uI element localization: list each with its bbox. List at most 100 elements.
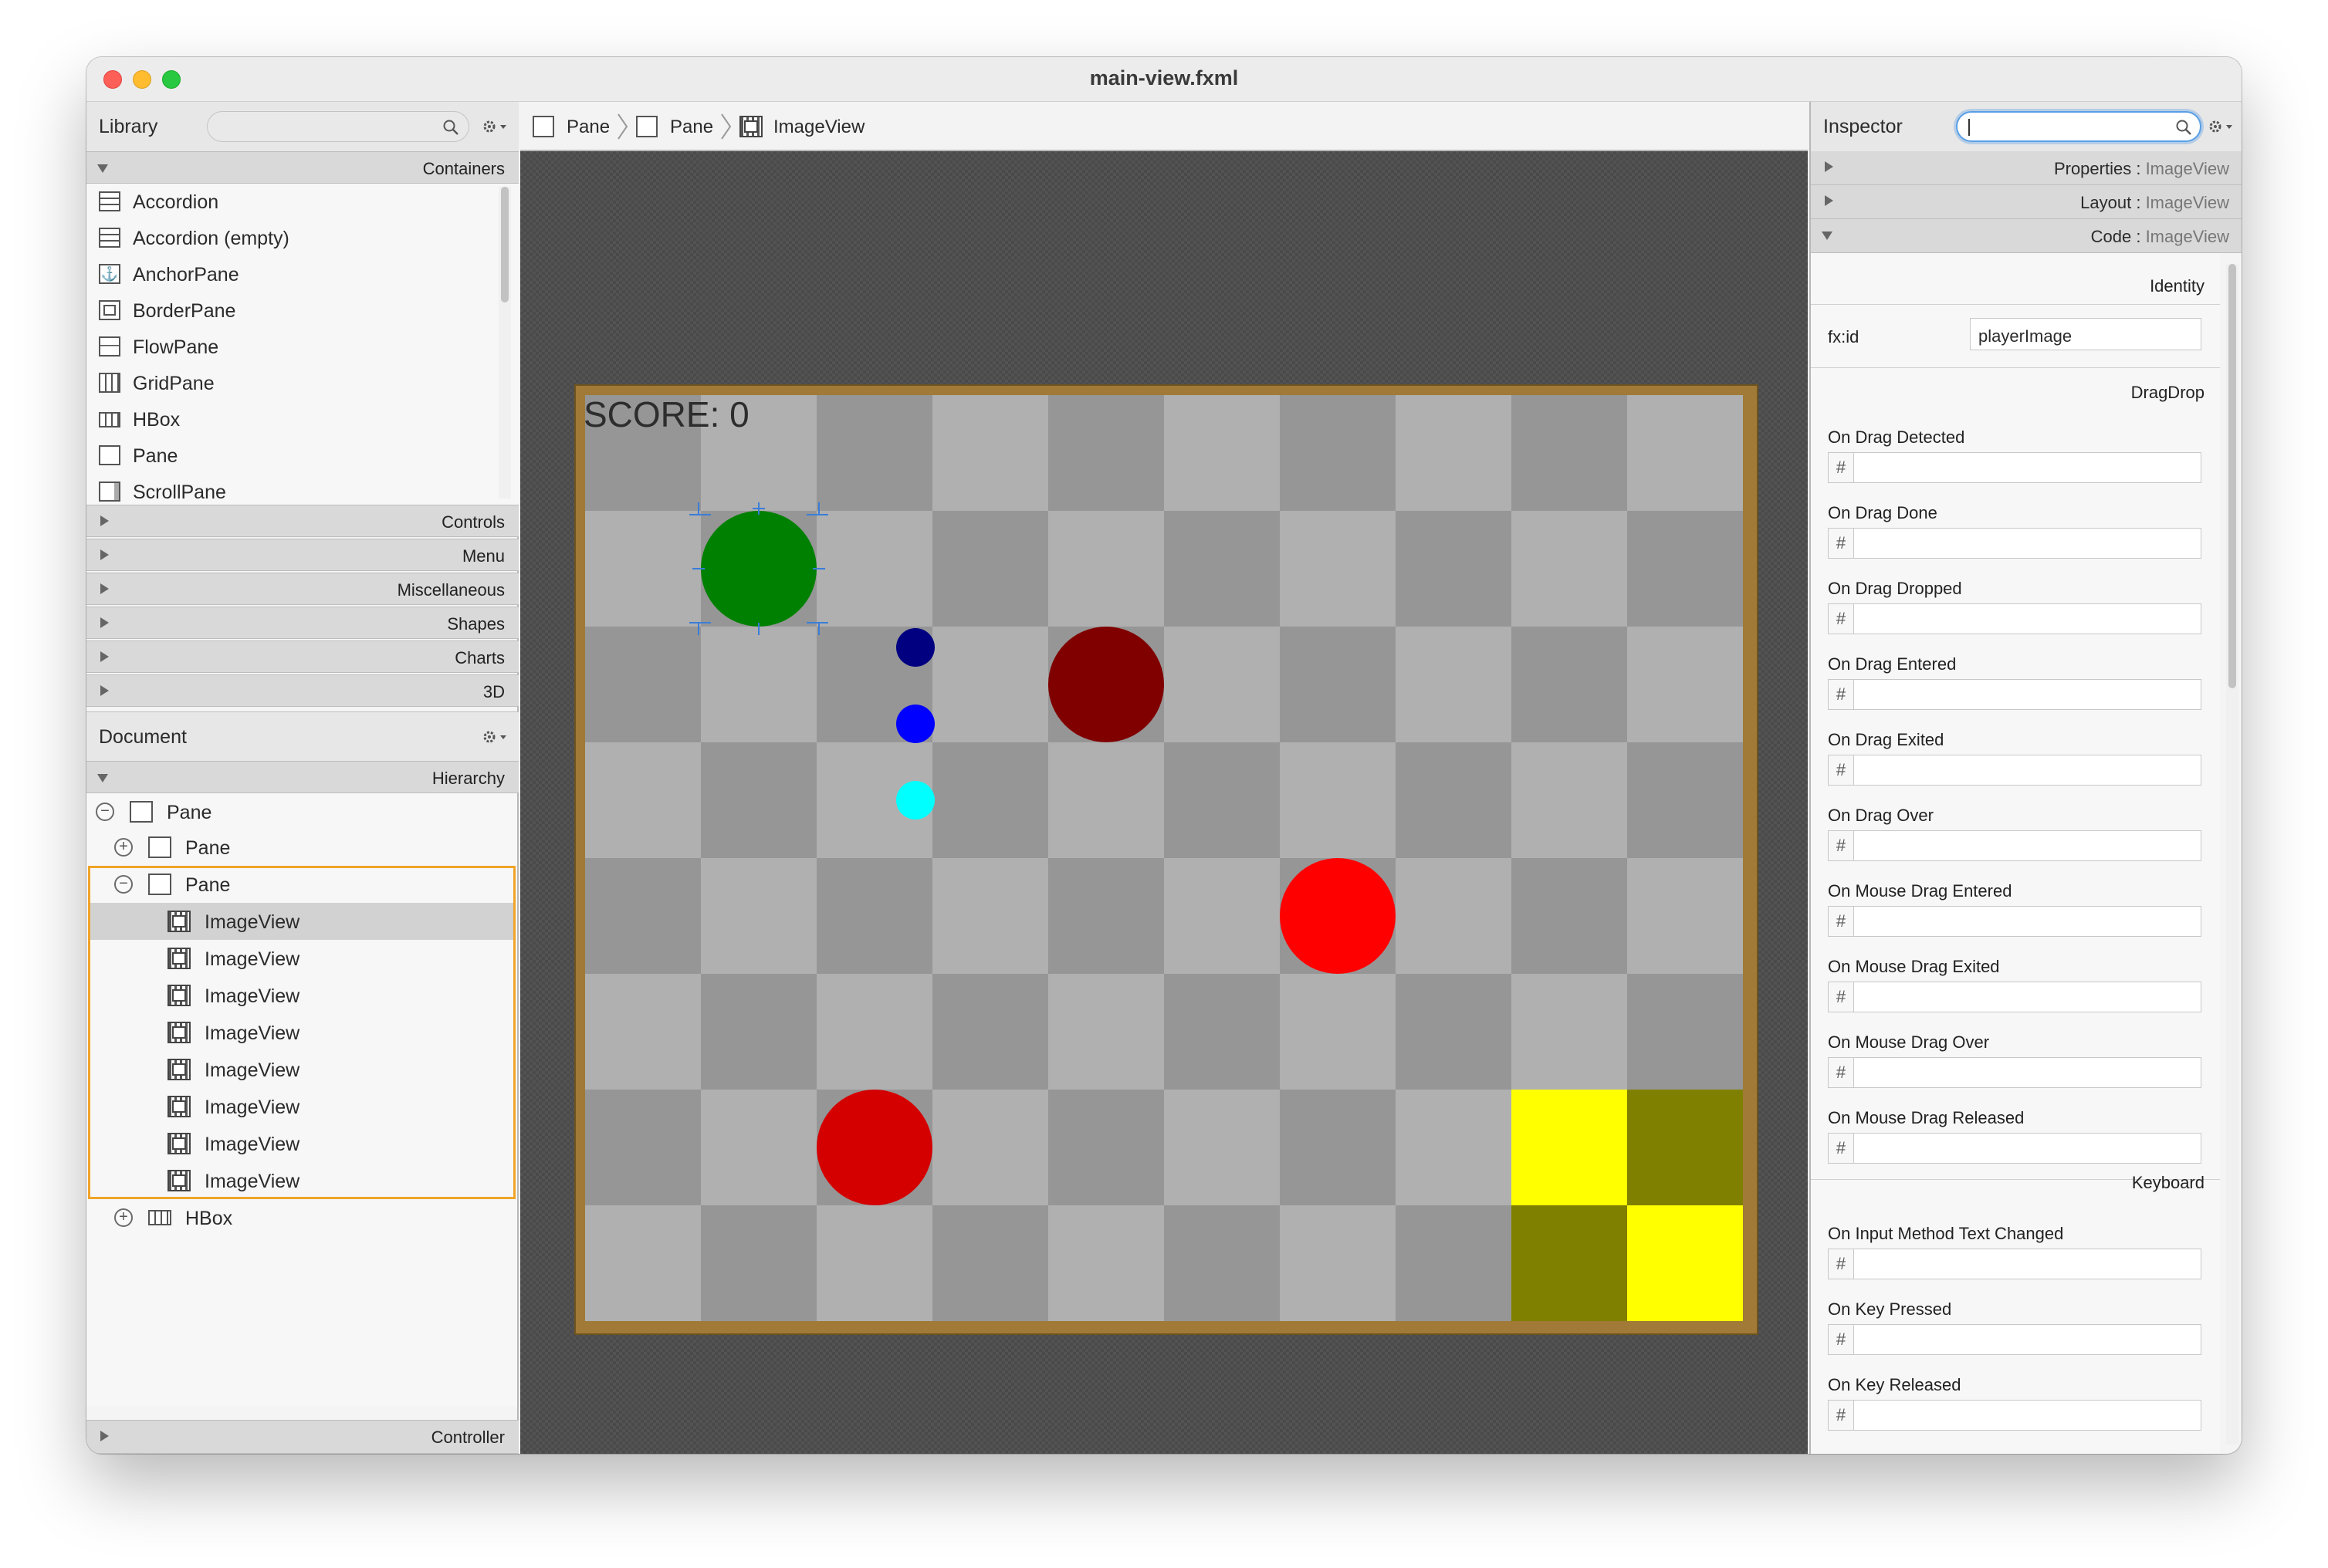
- layout-section-header[interactable]: Layout : ImageView: [1811, 185, 2242, 219]
- expand-toggle-icon[interactable]: +: [114, 838, 133, 857]
- tree-row-imageview[interactable]: ImageView: [86, 1014, 517, 1051]
- section-label: Controls: [442, 512, 505, 532]
- event-label: On Input Method Text Changed: [1828, 1224, 2064, 1243]
- breadcrumb-item-imageview[interactable]: ImageView: [739, 102, 871, 151]
- board-tile: [1280, 1205, 1396, 1321]
- board-tile: [932, 858, 1048, 974]
- tree-label: ImageView: [205, 1022, 300, 1044]
- goal-tile: [1627, 1205, 1743, 1321]
- tree-row-imageview[interactable]: ImageView: [86, 1162, 517, 1199]
- event-handler-field[interactable]: #: [1828, 528, 2201, 559]
- board-tile: [585, 627, 701, 742]
- event-handler-field[interactable]: #: [1828, 603, 2201, 634]
- library-item-gridpane[interactable]: GridPane: [86, 365, 496, 401]
- board-tile: [701, 1205, 817, 1321]
- library-item-accordion-empty[interactable]: Accordion (empty): [86, 220, 496, 256]
- code-section-body: Identity fx:id playerImage DragDrop On D…: [1811, 253, 2220, 1454]
- event-label: On Drag Exited: [1828, 730, 1944, 749]
- event-handler-field[interactable]: #: [1828, 906, 2201, 937]
- code-section-header[interactable]: Code : ImageView: [1811, 219, 2242, 253]
- library-item-anchorpane[interactable]: ⚓ AnchorPane: [86, 256, 496, 292]
- collapse-toggle-icon[interactable]: −: [96, 803, 114, 821]
- tree-row-imageview[interactable]: ImageView: [86, 977, 517, 1014]
- event-label: On Mouse Drag Exited: [1828, 957, 2000, 976]
- imageview-icon: [167, 1096, 191, 1117]
- board-tile: [1048, 1090, 1164, 1205]
- tree-row-root-pane[interactable]: − Pane: [86, 793, 517, 830]
- board-tile: [932, 395, 1048, 511]
- library-item-accordion[interactable]: Accordion: [86, 184, 496, 220]
- 3d-section-header[interactable]: 3D: [86, 674, 519, 707]
- hierarchy-section-header[interactable]: Hierarchy: [86, 761, 519, 793]
- inspector-search-input[interactable]: [1956, 111, 2201, 142]
- library-scrollbar[interactable]: [499, 187, 511, 498]
- game-piece[interactable]: [895, 705, 935, 743]
- app-window: main-view.fxml Library Containers Accord…: [86, 57, 2242, 1454]
- breadcrumb-item-pane[interactable]: Pane: [636, 102, 721, 151]
- properties-section-header[interactable]: Properties : ImageView: [1811, 151, 2242, 185]
- game-board-pane[interactable]: SCORE: 0: [574, 384, 1758, 1335]
- board-tile: [701, 974, 817, 1090]
- library-item-hbox[interactable]: HBox: [86, 401, 496, 438]
- section-label: Layout : ImageView: [2080, 193, 2229, 212]
- controller-section-header[interactable]: Controller: [86, 1420, 519, 1454]
- expanded-arrow-icon: [1822, 231, 1832, 240]
- event-label: On Key Pressed: [1828, 1299, 1952, 1319]
- game-piece[interactable]: [895, 781, 935, 819]
- event-handler-field[interactable]: #: [1828, 1133, 2201, 1164]
- scrollbar-thumb[interactable]: [501, 187, 509, 302]
- tree-label: Pane: [185, 874, 231, 896]
- tree-row-pane[interactable]: + Pane: [86, 829, 517, 866]
- miscellaneous-section-header[interactable]: Miscellaneous: [86, 573, 519, 605]
- event-handler-field[interactable]: #: [1828, 755, 2201, 786]
- menu-section-header[interactable]: Menu: [86, 539, 519, 571]
- event-label: On Drag Dropped: [1828, 579, 1962, 598]
- breadcrumb-item-pane[interactable]: Pane: [533, 102, 618, 151]
- document-title: Document: [99, 726, 187, 748]
- board-tile: [1280, 974, 1396, 1090]
- event-handler-field[interactable]: #: [1828, 982, 2201, 1012]
- game-piece[interactable]: [1048, 627, 1164, 742]
- event-handler-field[interactable]: #: [1828, 830, 2201, 861]
- tree-row-imageview[interactable]: ImageView: [86, 1125, 517, 1162]
- inspector-scrollbar[interactable]: [2226, 264, 2238, 1445]
- expand-toggle-icon[interactable]: +: [114, 1208, 133, 1227]
- event-handler-field[interactable]: #: [1828, 679, 2201, 710]
- event-label: On Key Typed: [1828, 1451, 1935, 1454]
- tree-row-imageview[interactable]: ImageView: [86, 1088, 517, 1125]
- gear-icon[interactable]: [2208, 117, 2234, 136]
- tree-row-imageview[interactable]: ImageView: [86, 1051, 517, 1088]
- game-piece[interactable]: [817, 1090, 932, 1205]
- pane-icon: [148, 836, 171, 858]
- event-handler-field[interactable]: #: [1828, 1324, 2201, 1355]
- event-handler-field[interactable]: #: [1828, 1057, 2201, 1088]
- board-tile: [701, 858, 817, 974]
- gear-icon[interactable]: [482, 728, 508, 746]
- title-bar: main-view.fxml: [86, 57, 2242, 102]
- gear-icon[interactable]: [482, 117, 508, 136]
- controls-section-header[interactable]: Controls: [86, 505, 519, 537]
- tree-row-imageview-selected[interactable]: ImageView: [90, 903, 513, 940]
- tree-row-imageview[interactable]: ImageView: [86, 940, 517, 977]
- imageview-icon: [167, 1022, 191, 1043]
- tree-row-hbox[interactable]: + HBox: [86, 1199, 517, 1236]
- library-item-borderpane[interactable]: BorderPane: [86, 292, 496, 329]
- hash-prefix: #: [1829, 604, 1854, 634]
- event-handler-field[interactable]: #: [1828, 1400, 2201, 1431]
- fxid-field[interactable]: playerImage: [1970, 318, 2201, 350]
- library-search-input[interactable]: [207, 111, 469, 142]
- containers-section-header[interactable]: Containers: [86, 151, 519, 184]
- tree-row-pane-selected-parent[interactable]: − Pane: [86, 866, 517, 903]
- scrollbar-thumb[interactable]: [2228, 264, 2236, 688]
- game-piece[interactable]: [895, 628, 935, 667]
- selection-handles[interactable]: [689, 499, 828, 638]
- board-tile: [932, 627, 1048, 742]
- charts-section-header[interactable]: Charts: [86, 640, 519, 673]
- collapse-toggle-icon[interactable]: −: [114, 875, 133, 894]
- shapes-section-header[interactable]: Shapes: [86, 607, 519, 639]
- event-handler-field[interactable]: #: [1828, 1249, 2201, 1279]
- library-item-flowpane[interactable]: FlowPane: [86, 329, 496, 365]
- game-piece[interactable]: [1280, 858, 1396, 974]
- library-item-pane[interactable]: Pane: [86, 438, 496, 474]
- event-handler-field[interactable]: #: [1828, 452, 2201, 483]
